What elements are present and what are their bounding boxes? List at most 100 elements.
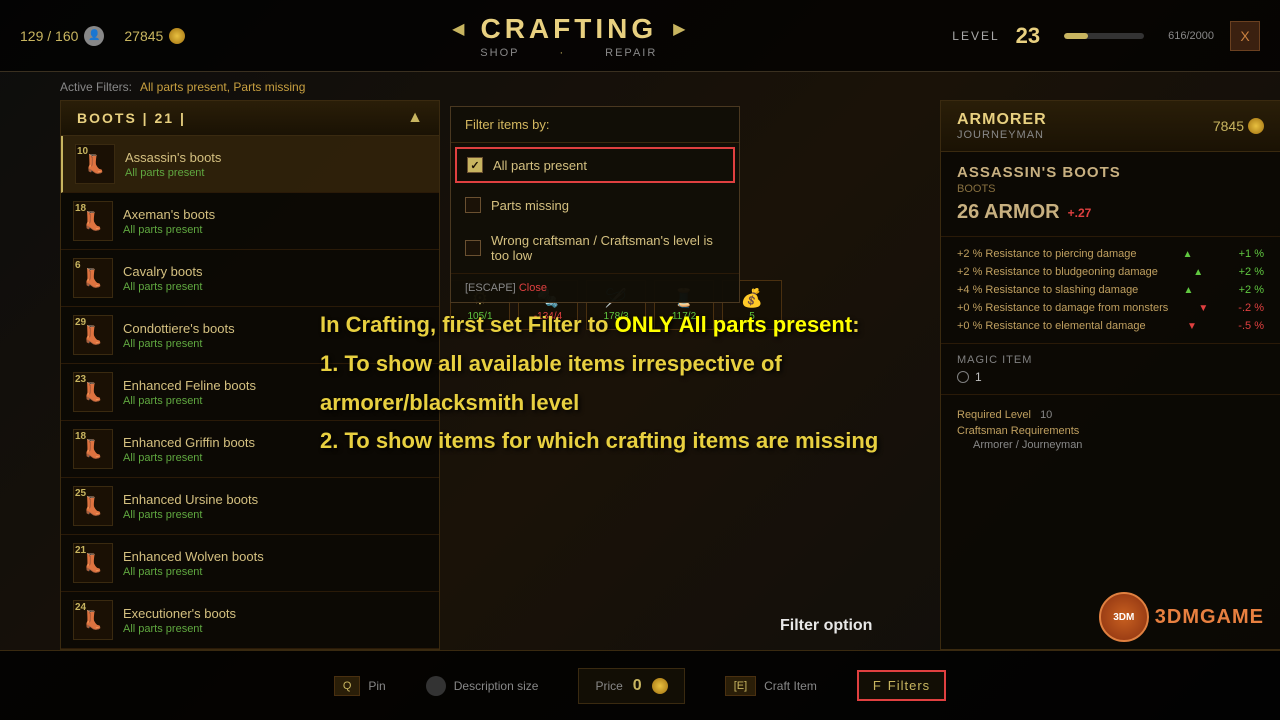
- item-level: 25: [75, 488, 86, 499]
- right-panel: ARMORER JOURNEYMAN 7845 ASSASSIN'S BOOTS…: [940, 100, 1280, 650]
- item-row[interactable]: 👢 21 Enhanced Wolven boots All parts pre…: [61, 535, 439, 592]
- top-bar-center: ◀ CRAFTING ▶ SHOP · REPAIR: [452, 13, 685, 59]
- next-arrow[interactable]: ▶: [673, 19, 685, 39]
- armorer-title: ARMORER: [957, 111, 1047, 129]
- item-info: Executioner's boots All parts present: [123, 606, 427, 635]
- stat-row-pierce: +2 % Resistance to piercing damage ▲ +1 …: [957, 245, 1264, 263]
- item-status: All parts present: [123, 395, 427, 407]
- item-status: All parts present: [123, 509, 427, 521]
- logo-3dm: 3DM 3DMGAME: [1099, 592, 1264, 642]
- item-icon-wrap: 👢 18: [73, 201, 113, 241]
- item-detail-section: ASSASSIN'S BOOTS BOOTS 26 ARMOR +.27: [941, 152, 1280, 237]
- craft-action: [E] Craft Item: [725, 676, 817, 696]
- desc-size-icon: [426, 676, 446, 696]
- desc-size-label: Description size: [454, 679, 539, 693]
- magic-value-text: 1: [975, 370, 982, 384]
- repair-label[interactable]: REPAIR: [605, 47, 657, 59]
- stat-arrow-slash: ▲: [1184, 285, 1194, 296]
- item-icon-wrap: 👢 29: [73, 315, 113, 355]
- pin-key[interactable]: Q: [334, 676, 361, 696]
- req-level-value: 10: [1040, 409, 1052, 421]
- filter-option-all-parts[interactable]: All parts present: [455, 147, 735, 183]
- armor-change: +.27: [1068, 206, 1092, 220]
- stat-row-elemental: +0 % Resistance to elemental damage ▼ -.…: [957, 317, 1264, 335]
- item-status: All parts present: [123, 623, 427, 635]
- filters-button[interactable]: F Filters: [857, 670, 946, 701]
- filter-annotation: Filter option: [780, 617, 872, 635]
- level-number: 23: [1016, 23, 1040, 49]
- item-icon-wrap: 👢 24: [73, 600, 113, 640]
- filter-checkbox-all-parts[interactable]: [467, 157, 483, 173]
- item-detail-type: BOOTS: [957, 183, 1264, 195]
- close-filter-link[interactable]: Close: [519, 282, 547, 294]
- level-bar: [1064, 33, 1144, 39]
- filter-option-parts-missing[interactable]: Parts missing: [451, 187, 739, 223]
- req-level-label: Required Level: [957, 409, 1031, 421]
- item-row[interactable]: 👢 29 Condottiere's boots All parts prese…: [61, 307, 439, 364]
- filter-option-wrong-craftsman[interactable]: Wrong craftsman / Craftsman's level is t…: [451, 223, 739, 273]
- gold-stat: 27845: [124, 28, 185, 44]
- item-name: Enhanced Wolven boots: [123, 549, 427, 564]
- filter-escape-hint: [ESCAPE] Close: [451, 273, 739, 302]
- close-button[interactable]: X: [1230, 21, 1260, 51]
- item-name: Enhanced Ursine boots: [123, 492, 427, 507]
- item-icon-wrap: 👢 25: [73, 486, 113, 526]
- escape-key: [ESCAPE]: [465, 282, 516, 294]
- item-info: Axeman's boots All parts present: [123, 207, 427, 236]
- item-info: Enhanced Wolven boots All parts present: [123, 549, 427, 578]
- mat-count-5: 5: [749, 311, 755, 322]
- stat-val-bludgeon: +2 %: [1239, 266, 1264, 278]
- req-level-item: Required Level 10: [957, 409, 1264, 421]
- stat-name-bludgeon: +2 % Resistance to bludgeoning damage: [957, 266, 1158, 278]
- filter-checkbox-parts-missing[interactable]: [465, 197, 481, 213]
- item-name: Executioner's boots: [123, 606, 427, 621]
- item-icon-wrap: 👢 6: [73, 258, 113, 298]
- mat-count-1: 105/1: [467, 311, 492, 322]
- panel-scroll-arrow[interactable]: ▲: [407, 109, 423, 127]
- item-info: Enhanced Ursine boots All parts present: [123, 492, 427, 521]
- item-info: Condottiere's boots All parts present: [123, 321, 427, 350]
- filters-btn-label: Filters: [888, 678, 930, 693]
- prev-arrow[interactable]: ◀: [452, 19, 464, 39]
- filters-key: F: [873, 678, 882, 693]
- item-info: Enhanced Griffin boots All parts present: [123, 435, 427, 464]
- level-bar-fill: [1064, 33, 1088, 39]
- armorer-info: ARMORER JOURNEYMAN: [957, 111, 1047, 141]
- top-bar: 129 / 160 👤 27845 ◀ CRAFTING ▶ SHOP · RE…: [0, 0, 1280, 72]
- filter-dialog-title: Filter items by:: [451, 107, 739, 143]
- panel-header: BOOTS | 21 | ▲: [61, 101, 439, 136]
- xp-text: 616/2000: [1168, 30, 1214, 42]
- filter-checkbox-wrong-craftsman[interactable]: [465, 240, 481, 256]
- shop-repair-nav: SHOP · REPAIR: [452, 47, 685, 59]
- item-row[interactable]: 👢 10 Assassin's boots All parts present: [61, 136, 439, 193]
- shop-label[interactable]: SHOP: [480, 47, 519, 59]
- item-name: Enhanced Griffin boots: [123, 435, 427, 450]
- stat-val-elemental: -.5 %: [1238, 320, 1264, 332]
- armorer-header: ARMORER JOURNEYMAN 7845: [941, 101, 1280, 152]
- bottom-bar: Q Pin Description size Price 0 [E] Craft…: [0, 650, 1280, 720]
- craft-key[interactable]: [E]: [725, 676, 756, 696]
- item-status: All parts present: [123, 338, 427, 350]
- gold-value: 27845: [124, 28, 163, 44]
- item-armor-value: 26 ARMOR +.27: [957, 201, 1264, 224]
- item-row[interactable]: 👢 18 Enhanced Griffin boots All parts pr…: [61, 421, 439, 478]
- stat-arrow-elemental: ▼: [1187, 321, 1197, 332]
- item-name: Condottiere's boots: [123, 321, 427, 336]
- item-level: 18: [75, 203, 86, 214]
- desc-size-action: Description size: [426, 676, 539, 696]
- item-name: Enhanced Feline boots: [123, 378, 427, 393]
- item-row[interactable]: 👢 24 Executioner's boots All parts prese…: [61, 592, 439, 649]
- item-icon-wrap: 👢 18: [73, 429, 113, 469]
- filter-label-wrong-craftsman: Wrong craftsman / Craftsman's level is t…: [491, 233, 725, 263]
- magic-value: 1: [957, 370, 1264, 384]
- item-row[interactable]: 👢 18 Axeman's boots All parts present: [61, 193, 439, 250]
- item-row[interactable]: 👢 25 Enhanced Ursine boots All parts pre…: [61, 478, 439, 535]
- gold-icon: [169, 28, 185, 44]
- item-row[interactable]: 👢 23 Enhanced Feline boots All parts pre…: [61, 364, 439, 421]
- craftsman-req-item: Craftsman Requirements Armorer / Journey…: [957, 425, 1264, 451]
- item-row[interactable]: 👢 6 Cavalry boots All parts present: [61, 250, 439, 307]
- item-status: All parts present: [125, 167, 427, 179]
- filter-label-all-parts: All parts present: [493, 158, 587, 173]
- item-status: All parts present: [123, 566, 427, 578]
- craft-label: Craft Item: [764, 679, 817, 693]
